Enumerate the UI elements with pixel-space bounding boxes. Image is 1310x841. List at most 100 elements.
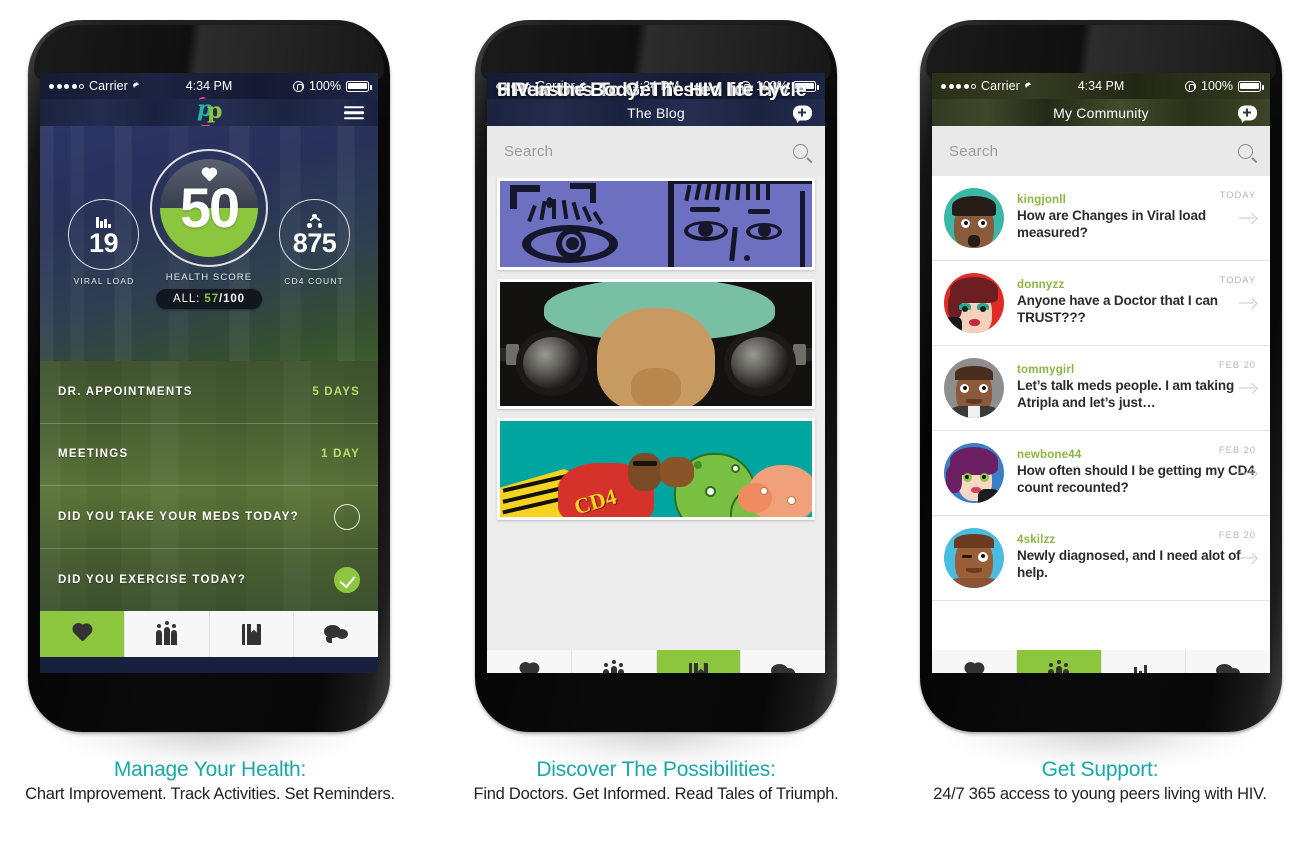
clock-label: 4:34 PM [1077,79,1125,93]
row-value: 5 DAYS [312,385,360,398]
caption-community: Get Support: 24/7 365 access to young pe… [880,758,1310,804]
people-icon [1048,659,1070,673]
page-title: The Blog [627,104,685,121]
exercise-checkbox-checked[interactable] [334,566,360,593]
tab-chat[interactable] [1186,650,1270,673]
blog-feed[interactable]: 5 Reasons To Get Tested for HIV CD4 HIV … [487,79,825,650]
hamburger-icon[interactable] [344,103,364,123]
chat-plus-icon[interactable] [1238,105,1257,123]
tab-health[interactable] [487,650,572,673]
cd4-count-stat[interactable]: 875 [279,199,350,270]
community-feed[interactable]: kingjonll How are Changes in Viral load … [932,176,1270,650]
row-label: DR. APPOINTMENTS [58,385,193,398]
chevron-right-icon[interactable] [1239,298,1256,309]
rotation-lock-icon [1185,80,1197,92]
search-placeholder: Search [949,142,999,160]
viral-load-stat[interactable]: 19 [68,199,139,270]
list-item[interactable]: 4skilzz Newly diagnosed, and I need alot… [932,516,1270,601]
list-item[interactable]: DID YOU TAKE YOUR MEDS TODAY? [40,486,378,549]
blog-card[interactable]: CD4 HIV in the Body: The HIV life cycle [497,79,815,520]
tab-community[interactable] [572,650,657,673]
avatar [944,528,1004,588]
chat-icon [1216,664,1241,673]
post-date: TODAY [1219,275,1256,286]
tab-bar [40,611,378,657]
post-text: Newly diagnosed, and I need alot of help… [1017,548,1241,580]
chevron-right-icon[interactable] [1239,383,1256,394]
tab-chat[interactable] [741,650,825,673]
caption-health: Manage Your Health: Chart Improvement. T… [0,758,430,804]
phone2-screen: Carrier 4:34 PM 100% The Blog Search 5 R… [487,73,825,673]
caption-headline: Get Support: [1041,758,1159,781]
post-date: FEB 20 [1218,530,1256,541]
avatar [944,443,1004,503]
overall-score-prefix: ALL: [173,293,201,305]
caption-subtext: 24/7 365 access to young peers living wi… [933,785,1267,803]
chat-plus-icon[interactable] [793,105,812,123]
tab-health[interactable] [932,650,1017,673]
avatar [944,358,1004,418]
list-item[interactable]: DID YOU EXERCISE TODAY? [40,549,378,612]
row-label: DID YOU TAKE YOUR MEDS TODAY? [58,510,299,523]
app-logo: pp [189,96,229,127]
tab-health[interactable] [40,611,125,657]
heart-icon [518,663,540,673]
blog-card[interactable]: 5 Reasons To Get Tested for HIV [497,79,815,409]
chat-icon [771,664,796,673]
phone3-navbar: My Community [932,99,1270,126]
tab-bar [932,650,1270,673]
tab-bar [487,650,825,673]
phone-mockup-blog: Carrier 4:34 PM 100% The Blog Search 5 R… [475,20,837,771]
phone1-navbar: pp [40,96,378,127]
search-icon[interactable] [1238,143,1253,159]
list-item[interactable]: kingjonll How are Changes in Viral load … [932,176,1270,261]
book-icon [688,662,708,673]
chevron-right-icon[interactable] [1239,468,1256,479]
list-item[interactable]: donnyzz Anyone have a Doctor that I can … [932,261,1270,346]
overall-score-value: 57 [204,293,219,305]
dog-goggles-photo [500,282,812,406]
search-input[interactable]: Search [932,126,1270,176]
bar-chart-icon [96,213,111,228]
battery-icon [346,80,372,92]
chat-icon [324,625,349,643]
list-item[interactable]: tommygirl Let’s talk meds people. I am t… [932,346,1270,431]
caption-blog: Discover The Possibilities: Find Doctors… [436,758,876,804]
post-text: Anyone have a Doctor that I can TRUST??? [1017,293,1218,325]
phone3-screen: Carrier 4:34 PM 100% My Community Search [932,73,1270,673]
clock-label: 4:34 PM [185,79,233,93]
chevron-right-icon[interactable] [1239,553,1256,564]
cd4-superhero-illustration: CD4 [500,421,812,517]
tab-blog[interactable] [656,650,742,673]
battery-icon [1238,80,1264,92]
tab-stats[interactable] [1102,650,1187,673]
post-date: FEB 20 [1218,360,1256,371]
health-score-value: 50 [179,176,240,239]
list-item[interactable]: MEETINGS 1 DAY [40,424,378,486]
tab-blog[interactable] [210,611,295,657]
chevron-right-icon[interactable] [1239,213,1256,224]
health-task-list: DR. APPOINTMENTS 5 DAYS MEETINGS 1 DAY D… [40,361,378,611]
health-score-disc: 50 [160,159,258,257]
tab-community[interactable] [125,611,210,657]
search-icon[interactable] [793,143,808,159]
health-score-ring[interactable]: 50 [150,149,268,267]
tab-chat[interactable] [294,611,378,657]
heart-icon [201,168,217,183]
avatar [944,273,1004,333]
phone-mockup-health: Carrier 4:34 PM 100% pp 19 50 875 VIRAL … [28,20,390,771]
chart-icon [1133,664,1153,673]
list-item[interactable]: DR. APPOINTMENTS 5 DAYS [40,361,378,424]
search-input[interactable]: Search [487,126,825,176]
list-item[interactable]: newbone44 How often should I be getting … [932,431,1270,516]
post-date: TODAY [1219,190,1256,201]
overall-score-badge: ALL: 57/100 [156,289,262,309]
rotation-lock-icon [293,80,305,92]
blog-card[interactable] [497,178,815,270]
meds-checkbox-unchecked[interactable] [334,503,360,530]
caption-headline: Manage Your Health: [113,758,307,781]
tab-community[interactable] [1016,650,1102,673]
health-score-label: HEALTH SCORE [165,272,253,283]
book-icon [241,623,261,645]
avatar [944,188,1004,248]
